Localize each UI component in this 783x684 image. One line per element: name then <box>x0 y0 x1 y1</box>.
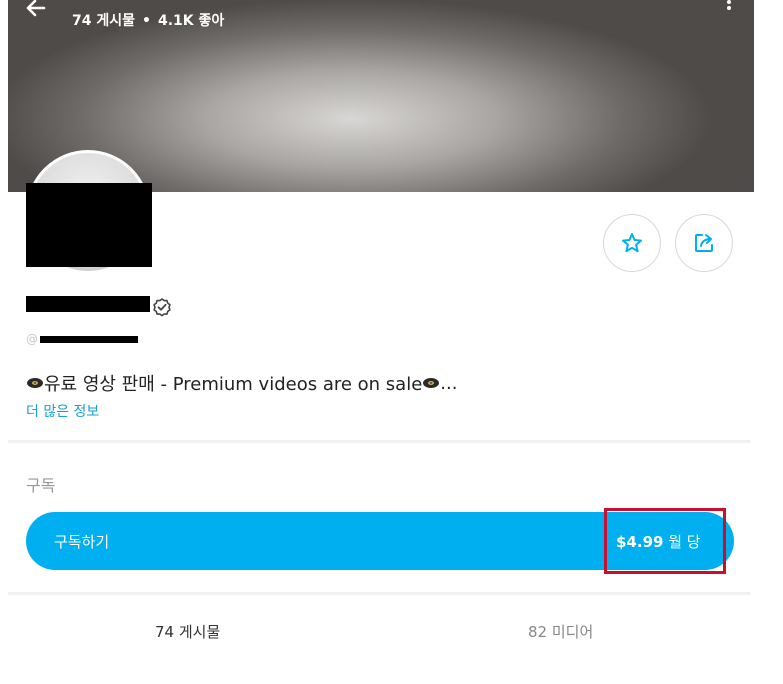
divider <box>8 592 750 595</box>
more-info-link[interactable]: 더 많은 정보 <box>26 401 99 421</box>
disc-emoji-icon <box>27 378 43 388</box>
profile-bio: 유료 영상 판매 - Premium videos are on sale ..… <box>26 370 457 396</box>
handle-redacted <box>40 336 138 343</box>
redaction-bar <box>26 183 152 267</box>
tab-posts[interactable]: 74 게시물 <box>155 621 220 642</box>
posts-count: 74 게시물 <box>72 13 135 29</box>
share-button[interactable] <box>675 214 733 272</box>
subscribe-label: 구독하기 <box>54 533 110 551</box>
star-icon <box>622 233 642 253</box>
divider <box>8 440 750 443</box>
bio-ellipsis: ... <box>440 372 458 394</box>
disc-emoji-icon <box>423 378 440 388</box>
more-options-icon[interactable] <box>726 0 732 16</box>
subscription-heading: 구독 <box>26 476 56 495</box>
price-highlight-box <box>604 508 726 574</box>
likes-count: 4.1K 좋아 <box>157 13 225 29</box>
handle-prefix: @ <box>26 332 38 346</box>
display-name-redacted <box>26 296 150 312</box>
verified-badge-icon <box>153 298 171 317</box>
favorite-button[interactable] <box>603 214 661 272</box>
tab-media[interactable]: 82 미디어 <box>528 621 593 642</box>
share-icon <box>695 234 713 252</box>
profile-page: 74 게시물 • 4.1K 좋아 @ 유료 영상 판매 - Premium vide… <box>0 0 783 684</box>
profile-stats: 74 게시물 • 4.1K 좋아 <box>72 10 224 30</box>
back-arrow-icon[interactable] <box>22 0 50 22</box>
bio-text: 유료 영상 판매 - Premium videos are on sale <box>44 374 423 395</box>
separator-dot: • <box>142 13 151 29</box>
